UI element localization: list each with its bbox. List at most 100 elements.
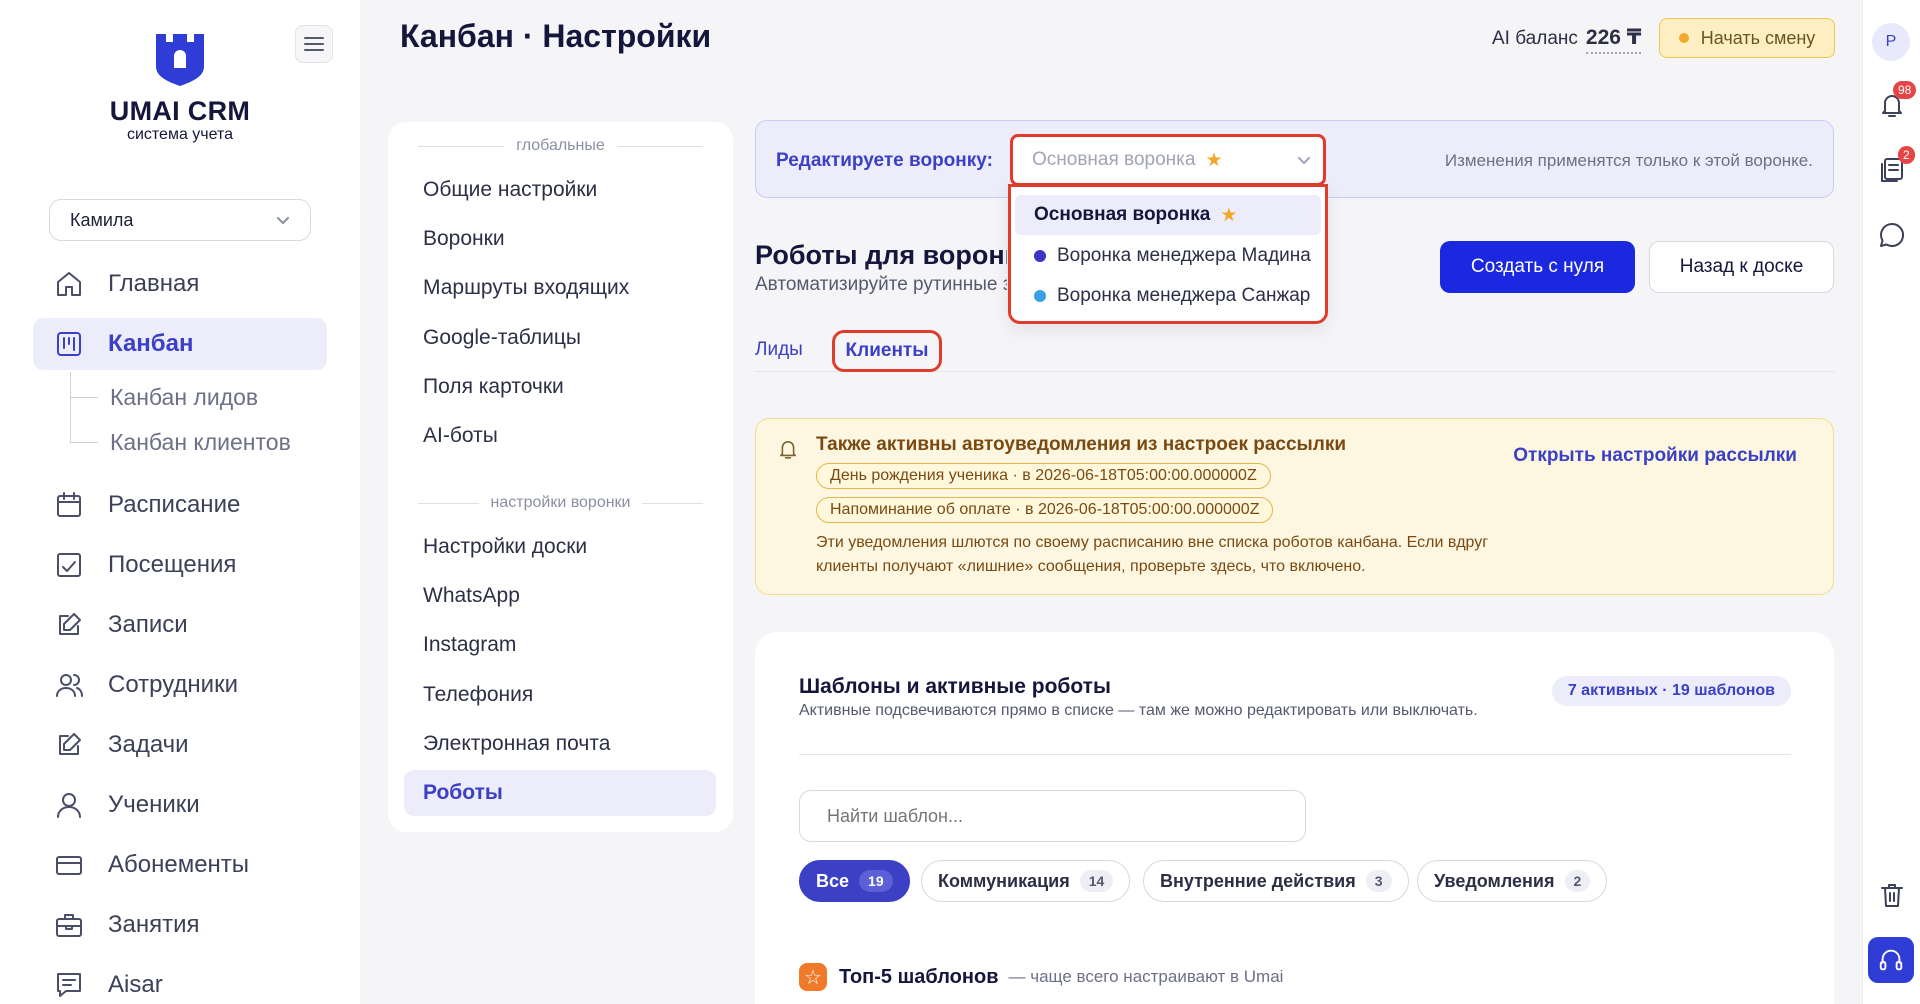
filter-count: 19: [859, 870, 893, 892]
bell-icon: [780, 441, 796, 459]
nav-label: Главная: [108, 270, 200, 297]
notice-chip-birthday: День рождения ученика · в 2026-06-18T05:…: [816, 463, 1271, 489]
trash-icon[interactable]: [1877, 880, 1907, 910]
nav-label: Расписание: [108, 491, 241, 518]
mailing-notice: Также активны автоуведомления из настрое…: [755, 418, 1834, 595]
template-search-input[interactable]: [799, 790, 1306, 842]
filter-label: Коммуникация: [938, 870, 1070, 891]
templates-divider: [799, 754, 1791, 755]
menu-item-general[interactable]: Общие настройки: [404, 167, 716, 213]
headset-icon: [1879, 949, 1903, 971]
menu-toggle-button[interactable]: [295, 25, 333, 63]
funnel-select[interactable]: Основная воронка ★: [1010, 134, 1326, 186]
user-icon: [57, 793, 81, 818]
logo[interactable]: UMAI CRM система учета: [108, 30, 252, 144]
menu-item-whatsapp[interactable]: WhatsApp: [404, 573, 716, 619]
menu-item-inbound-routes[interactable]: Маршруты входящих: [404, 265, 716, 311]
subnav-kanban-leads[interactable]: Канбан лидов: [110, 384, 258, 411]
funnel-note: Изменения применятся только к этой ворон…: [1444, 151, 1813, 170]
nav-item-home[interactable]: Главная: [33, 258, 327, 310]
funnel-option-madina[interactable]: Воронка менеджера Мадина: [1015, 236, 1321, 276]
nav-item-attendance[interactable]: Посещения: [33, 539, 327, 591]
nav-item-subscriptions[interactable]: Абонементы: [33, 839, 327, 891]
filter-chip-internal-actions[interactable]: Внутренние действия 3: [1143, 860, 1409, 902]
nav-item-aisar[interactable]: Aisar: [33, 959, 327, 1004]
tab-leads[interactable]: Лиды: [755, 339, 803, 361]
subnav-kanban-clients[interactable]: Канбан клиентов: [110, 429, 291, 456]
tree-line: [70, 442, 98, 443]
nav-item-schedule[interactable]: Расписание: [33, 479, 327, 531]
nav-item-classes[interactable]: Занятия: [33, 899, 327, 951]
open-mailing-settings-link[interactable]: Открыть настройки рассылки: [1513, 445, 1797, 467]
nav-label: Записи: [108, 611, 188, 638]
section-label-text: настройки воронки: [490, 494, 631, 511]
user-select[interactable]: Камила: [49, 199, 311, 241]
nav-item-records[interactable]: Записи: [33, 599, 327, 651]
filter-chip-all[interactable]: Все 19: [799, 860, 910, 902]
menu-item-robots[interactable]: Роботы: [404, 770, 716, 816]
nav-label: Посещения: [108, 551, 237, 578]
robots-subtitle: Автоматизируйте рутинные задачи: [755, 274, 1007, 295]
sidebar: UMAI CRM система учета Камила Главная Ка…: [0, 0, 360, 1004]
nav-label: Задачи: [108, 731, 189, 758]
hamburger-icon: [304, 37, 324, 51]
templates-title: Шаблоны и активные роботы: [799, 675, 1111, 698]
menu-item-email[interactable]: Электронная почта: [404, 721, 716, 767]
menu-item-funnels[interactable]: Воронки: [404, 216, 716, 262]
tree-line: [70, 397, 98, 398]
notice-text: Эти уведомления шлются по своему расписа…: [816, 534, 1489, 575]
nav-label: Канбан: [108, 330, 194, 357]
nav-item-tasks[interactable]: Задачи: [33, 719, 327, 771]
page-title: Канбан · Настройки: [400, 18, 712, 54]
card-icon: [56, 856, 82, 875]
avatar[interactable]: P: [1872, 23, 1910, 61]
option-label: Основная воронка: [1034, 204, 1211, 225]
nav-label: Абонементы: [108, 851, 250, 878]
filter-count: 3: [1365, 870, 1392, 892]
filter-label: Все: [816, 870, 850, 891]
nav-item-staff[interactable]: Сотрудники: [33, 659, 327, 711]
nav-item-kanban[interactable]: Канбан: [33, 318, 327, 370]
castle-logo-icon: [156, 34, 204, 86]
back-to-board-button[interactable]: Назад к доске: [1649, 241, 1834, 293]
menu-item-telephony[interactable]: Телефония: [404, 672, 716, 718]
top5-section-header: ☆ Топ-5 шаблонов — чаще всего настраиваю…: [799, 963, 1283, 991]
funnel-label: Редактируете воронку:: [776, 150, 993, 171]
menu-item-board-settings[interactable]: Настройки доски: [404, 524, 716, 570]
menu-item-instagram[interactable]: Instagram: [404, 622, 716, 668]
option-label: Воронка менеджера Санжар: [1057, 285, 1311, 306]
filter-chip-notifications[interactable]: Уведомления 2: [1417, 860, 1608, 902]
section-label-text: глобальные: [516, 137, 605, 154]
start-shift-button[interactable]: Начать смену: [1659, 18, 1835, 58]
templates-subtitle: Активные подсвечиваются прямо в списке —…: [799, 702, 1478, 719]
filter-label: Уведомления: [1434, 870, 1555, 891]
edit-icon: [59, 733, 81, 755]
filter-chip-communication[interactable]: Коммуникация 14: [921, 860, 1131, 902]
menu-item-card-fields[interactable]: Поля карточки: [404, 364, 716, 410]
menu-item-ai-bots[interactable]: AI-боты: [404, 413, 716, 459]
star-icon: ★: [1205, 149, 1223, 171]
app-subtitle: система учета: [126, 126, 234, 143]
funnel-option-main[interactable]: Основная воронка ★: [1015, 195, 1321, 235]
support-button[interactable]: [1868, 937, 1914, 983]
nav-item-students[interactable]: Ученики: [33, 779, 327, 831]
star-icon: ☆: [799, 963, 827, 991]
documents-badge: 2: [1898, 146, 1915, 164]
home-icon: [57, 272, 81, 296]
menu-item-google-sheets[interactable]: Google-таблицы: [404, 315, 716, 361]
nav-label: Ученики: [108, 791, 200, 818]
create-from-scratch-button[interactable]: Создать с нуля: [1440, 241, 1635, 293]
ai-balance[interactable]: AI баланс 226 ₸: [1492, 25, 1642, 54]
nav-label: Занятия: [108, 911, 200, 938]
funnel-color-dot: [1034, 250, 1046, 262]
top5-title: Топ-5 шаблонов: [839, 965, 999, 988]
section-label-funnel: настройки воронки: [418, 494, 703, 512]
funnel-option-sanzhar[interactable]: Воронка менеджера Санжар: [1015, 276, 1321, 316]
tab-clients[interactable]: Клиенты: [832, 330, 942, 372]
funnel-select-value: Основная воронка: [1032, 149, 1196, 170]
funnel-color-dot: [1034, 290, 1046, 302]
chat-icon[interactable]: [1877, 220, 1907, 250]
option-label: Воронка менеджера Мадина: [1057, 245, 1311, 266]
start-shift-label: Начать смену: [1700, 27, 1816, 48]
templates-count-badge: 7 активных · 19 шаблонов: [1551, 676, 1791, 706]
